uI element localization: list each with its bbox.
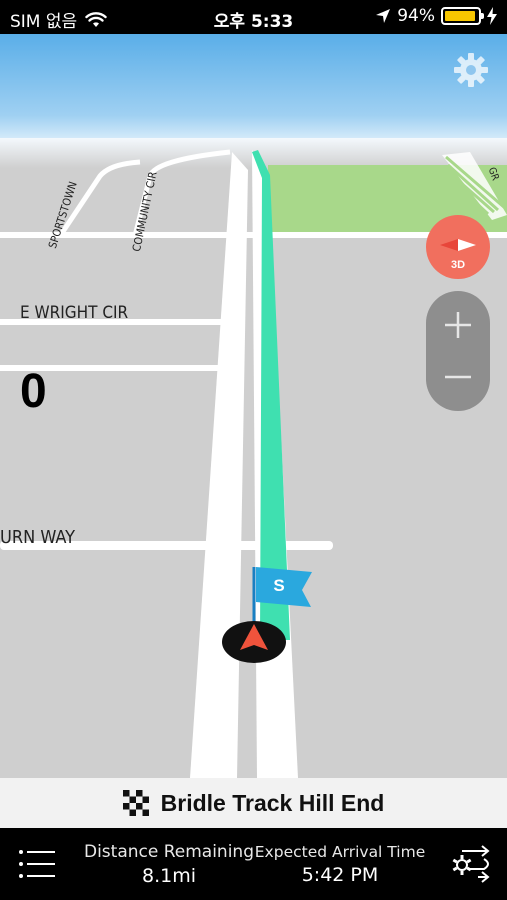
zoom-in-button[interactable] (426, 295, 490, 355)
settings-gear-icon[interactable] (452, 51, 490, 89)
zoom-control (426, 291, 490, 411)
distance-remaining: Distance Remaining 8.1mi (83, 842, 255, 887)
destination-name: Bridle Track Hill End (160, 789, 385, 816)
expected-arrival: Expected Arrival Time 5:42 PM (254, 842, 426, 886)
destination-bar[interactable]: Bridle Track Hill End (0, 778, 507, 828)
battery-percent: 94% (397, 6, 435, 26)
distance-remaining-value: 8.1mi (141, 865, 196, 887)
status-right: 94% (375, 6, 497, 26)
bottom-info-bar: Distance Remaining 8.1mi Expected Arriva… (0, 828, 507, 900)
location-arrow-icon (376, 9, 391, 23)
compass-3d-button[interactable]: 3D (426, 215, 490, 279)
route-settings-icon[interactable] (448, 843, 494, 885)
main-road-left (190, 152, 248, 778)
start-flag-label: S (273, 576, 284, 595)
expected-arrival-value: 5:42 PM (301, 864, 379, 886)
sky (0, 34, 507, 150)
minus-icon (445, 375, 471, 379)
zoom-out-button[interactable] (426, 347, 490, 407)
road-label-urn-way: URN WAY (0, 527, 75, 548)
status-bar: SIM 없음 오후 5:33 94% (0, 0, 507, 34)
distance-remaining-label: Distance Remaining (83, 842, 254, 862)
expected-arrival-label: Expected Arrival Time (254, 843, 426, 861)
plus-icon (445, 312, 471, 338)
battery-fill (445, 11, 476, 21)
compass-mode-label: 3D (450, 259, 466, 271)
charging-bolt-icon (487, 7, 497, 25)
road-label-e-wright-cir: E WRIGHT CIR (20, 303, 129, 323)
menu-list-icon[interactable] (18, 846, 58, 882)
speed-readout: 0 (20, 365, 47, 418)
map-view[interactable]: S SPORTSTOWN COMMUNITY CIR E WRIGHT CIR … (0, 34, 507, 778)
battery-icon (441, 7, 484, 25)
checkered-flag-icon (122, 790, 149, 816)
